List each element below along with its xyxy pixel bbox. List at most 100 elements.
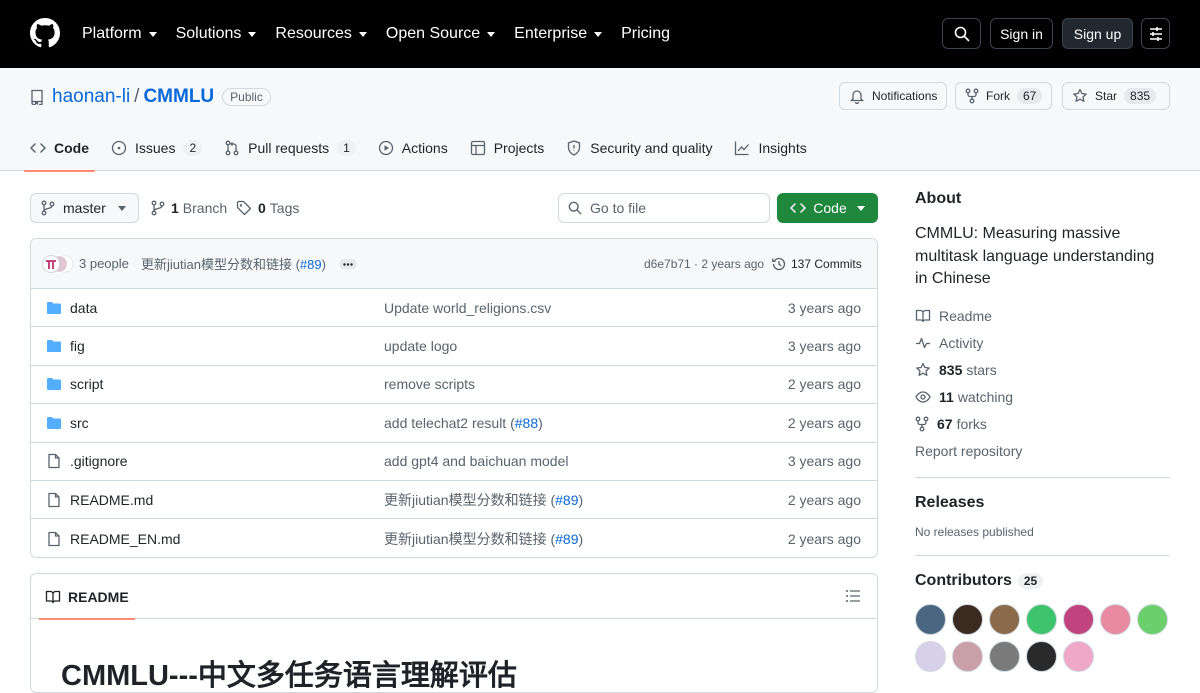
expand-commit-button[interactable] — [340, 259, 356, 269]
file-row[interactable]: fig update logo 3 years ago — [31, 327, 877, 366]
file-commit-message[interactable]: add telechat2 result (#88) — [384, 415, 543, 431]
activity-link[interactable]: Activity — [915, 330, 1170, 357]
tab-security[interactable]: Security and quality — [566, 125, 712, 171]
contributor-avatar[interactable] — [1026, 603, 1057, 635]
file-pr-link[interactable]: #89 — [555, 492, 578, 508]
fork-icon — [965, 88, 979, 104]
star-button[interactable]: Star 835 — [1062, 82, 1170, 110]
contributor-avatar[interactable] — [1137, 603, 1168, 635]
menu-button[interactable] — [1141, 18, 1170, 49]
pull-request-icon — [225, 140, 239, 156]
chevron-down-icon — [117, 205, 126, 211]
file-row[interactable]: README_EN.md 更新jiutian模型分数和链接 (#89) 2 year… — [31, 519, 877, 557]
tab-issues[interactable]: Issues 2 — [111, 125, 203, 171]
file-pr-link[interactable]: #89 — [555, 531, 578, 547]
ellipsis-icon — [343, 262, 353, 266]
sign-in-button[interactable]: Sign in — [990, 18, 1053, 49]
file-pr-link[interactable]: #88 — [515, 415, 538, 431]
repo-name-link[interactable]: CMMLU — [143, 86, 214, 108]
file-name-link[interactable]: data — [70, 300, 97, 316]
commits-link[interactable]: 137 Commits — [771, 256, 862, 272]
file-rows: data Update world_religions.csv 3 years ag… — [31, 289, 877, 557]
contributor-avatar[interactable] — [989, 603, 1020, 635]
tab-insights[interactable]: Insights — [734, 125, 807, 171]
branch-icon — [41, 200, 55, 216]
search-icon — [954, 26, 969, 41]
contributor-avatar[interactable] — [989, 640, 1020, 672]
contributor-avatars[interactable] — [42, 255, 74, 273]
file-name-link[interactable]: fig — [70, 338, 85, 354]
star-count: 835 — [1124, 88, 1157, 104]
readme-link[interactable]: Readme — [915, 303, 1170, 330]
chevron-down-icon — [487, 31, 496, 37]
github-logo-icon[interactable] — [30, 18, 60, 48]
nav-pricing[interactable]: Pricing — [621, 25, 670, 43]
commit-people[interactable]: 3 people — [79, 256, 129, 271]
file-name-link[interactable]: README_EN.md — [70, 531, 180, 547]
watching-link[interactable]: 11 watching — [915, 384, 1170, 411]
sign-up-button[interactable]: Sign up — [1062, 18, 1133, 49]
readme-header: README — [31, 574, 877, 620]
file-name-link[interactable]: src — [70, 415, 89, 431]
contributor-avatar[interactable] — [1063, 640, 1094, 672]
nav-open-source[interactable]: Open Source — [386, 25, 496, 43]
file-icon — [48, 454, 60, 469]
repo-icon — [31, 89, 43, 105]
readme-tab[interactable]: README — [39, 574, 135, 620]
file-commit-message[interactable]: 更新jiutian模型分数和链接 (#89) — [384, 529, 583, 549]
go-to-file-input[interactable]: Go to file — [558, 193, 770, 223]
tab-actions[interactable]: Actions — [378, 125, 448, 171]
file-commit-message[interactable]: update logo — [384, 338, 457, 354]
contributor-avatar[interactable] — [952, 603, 983, 635]
commit-hash[interactable]: d6e7b71 · 2 years ago — [644, 257, 764, 271]
nav-resources[interactable]: Resources — [275, 25, 367, 43]
global-nav: Platform Solutions Resources Open Source… — [82, 0, 689, 68]
file-commit-message[interactable]: remove scripts — [384, 376, 475, 392]
nav-solutions[interactable]: Solutions — [176, 25, 257, 43]
tab-pull-requests[interactable]: Pull requests 1 — [224, 125, 356, 171]
file-row[interactable]: .gitignore add gpt4 and baichuan model 3 y… — [31, 443, 877, 481]
forks-link[interactable]: 67 forks — [915, 411, 1170, 438]
contributor-avatar[interactable] — [915, 640, 946, 672]
commit-pr-link[interactable]: #89 — [300, 257, 322, 272]
contributors-avatars — [915, 603, 1175, 678]
notifications-button[interactable]: Notifications — [839, 82, 948, 110]
repo-owner-link[interactable]: haonan-li — [52, 86, 130, 108]
file-commit-message[interactable]: 更新jiutian模型分数和链接 (#89) — [384, 490, 583, 510]
report-repository-link[interactable]: Report repository — [915, 438, 1170, 465]
contributor-avatar[interactable] — [915, 603, 946, 635]
commit-message[interactable]: 更新jiutian模型分数和链接 (#89) — [141, 254, 326, 273]
file-name-link[interactable]: script — [70, 376, 103, 392]
fork-button[interactable]: Fork 67 — [955, 82, 1053, 110]
branches-link[interactable]: 1 Branch — [151, 193, 227, 223]
code-dropdown-button[interactable]: Code — [777, 193, 878, 223]
file-name-link[interactable]: README.md — [70, 492, 153, 508]
search-button[interactable] — [942, 18, 981, 49]
tab-code[interactable]: Code — [24, 125, 95, 172]
file-row[interactable]: src add telechat2 result (#88) 2 years ago — [31, 404, 877, 443]
list-icon — [846, 590, 860, 602]
file-commit-message[interactable]: add gpt4 and baichuan model — [384, 453, 568, 469]
play-icon — [378, 140, 393, 156]
file-commit-message[interactable]: Update world_religions.csv — [384, 300, 551, 316]
releases-heading[interactable]: Releases — [915, 494, 1170, 512]
contributor-avatar[interactable] — [1100, 603, 1131, 635]
branch-icon — [151, 200, 165, 216]
stars-link[interactable]: 835 stars — [915, 357, 1170, 384]
tab-projects[interactable]: Projects — [470, 125, 544, 171]
contributor-avatar[interactable] — [952, 640, 983, 672]
nav-enterprise[interactable]: Enterprise — [514, 25, 603, 43]
file-age: 3 years ago — [787, 338, 861, 355]
outline-button[interactable] — [845, 588, 861, 604]
tags-link[interactable]: 0 Tags — [236, 193, 299, 223]
file-row[interactable]: README.md 更新jiutian模型分数和链接 (#89) 2 years a… — [31, 481, 877, 520]
branch-selector[interactable]: master — [30, 193, 139, 223]
file-name-link[interactable]: .gitignore — [70, 453, 128, 469]
contributor-avatar[interactable] — [1026, 640, 1057, 672]
file-age: 3 years ago — [787, 299, 861, 316]
contributor-avatar[interactable] — [1063, 603, 1094, 635]
nav-platform[interactable]: Platform — [82, 25, 157, 43]
file-row[interactable]: script remove scripts 2 years ago — [31, 366, 877, 405]
file-row[interactable]: data Update world_religions.csv 3 years ag… — [31, 289, 877, 328]
contributors-heading[interactable]: Contributors 25 — [915, 572, 1170, 590]
